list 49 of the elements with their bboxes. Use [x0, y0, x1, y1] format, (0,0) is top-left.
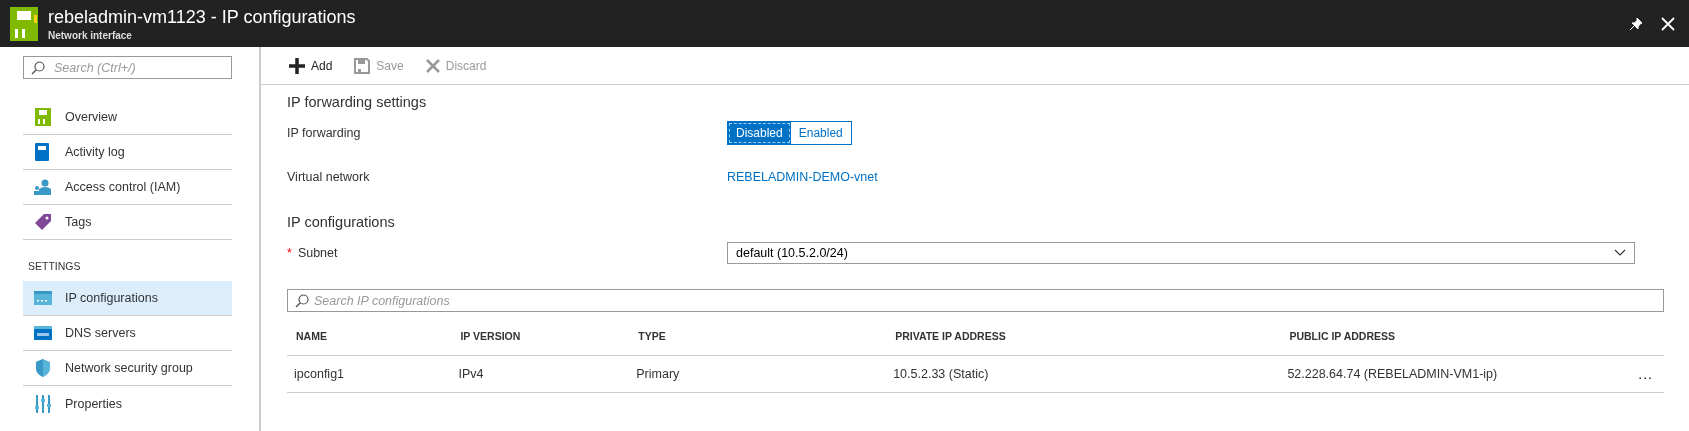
subnet-dropdown[interactable]: default (10.5.2.0/24): [727, 242, 1635, 264]
shield-icon: [35, 359, 51, 377]
required-mark: *: [287, 246, 292, 260]
close-icon: [425, 58, 440, 73]
field-label: Virtual network: [287, 170, 371, 184]
window-subtitle: Network interface: [48, 29, 133, 41]
column-header: PUBLIC IP ADDRESS: [1289, 330, 1395, 342]
toggle-option[interactable]: Disabled: [728, 122, 791, 144]
device-icon: [10, 6, 38, 41]
chevron-icon: [1614, 249, 1626, 257]
column-header: TYPE: [638, 330, 666, 342]
search-field[interactable]: Search IP configurations: [287, 289, 1664, 312]
sliders-icon: [35, 394, 51, 413]
table-cell: Primary: [636, 367, 680, 381]
table-cell: 10.5.2.33 (Static): [893, 367, 989, 381]
search-field[interactable]: Search (Ctrl+/): [23, 56, 232, 79]
plus-icon: [289, 57, 305, 74]
search-icon: [295, 294, 309, 308]
toolbar-button[interactable]: Add: [287, 55, 335, 76]
field-label: Subnet: [297, 246, 338, 260]
sidebar-item[interactable]: Activity log: [23, 135, 232, 170]
sidebar-item[interactable]: IP configurations: [23, 281, 232, 316]
more-button[interactable]: ...: [1634, 366, 1657, 382]
device-icon: [35, 108, 51, 126]
column-header: IP VERSION: [460, 330, 521, 342]
sidebar-item[interactable]: Access control (IAM): [23, 170, 232, 205]
save-icon: [354, 57, 371, 74]
sidebar-item[interactable]: Tags: [23, 205, 232, 240]
window-icon: [34, 326, 52, 340]
book-icon: [35, 143, 51, 161]
table-cell: ipconfig1: [294, 367, 345, 381]
table-cell: IPv4: [458, 367, 484, 381]
table-cell: 52.228.64.74 (REBELADMIN-VM1-ip): [1287, 367, 1498, 381]
sidebar-item[interactable]: Network security group: [23, 351, 232, 386]
column-header: PRIVATE IP ADDRESS: [895, 330, 1006, 342]
sidebar-item[interactable]: Overview: [23, 100, 232, 135]
field-label: IP forwarding: [287, 126, 362, 140]
window-title: rebeladmin-vm1123 - IP configurations: [48, 6, 357, 28]
column-header: NAME: [296, 330, 327, 342]
section-heading: IP forwarding settings: [287, 94, 428, 110]
sidebar-item[interactable]: Properties: [23, 386, 232, 421]
sidebar-item[interactable]: DNS servers: [23, 316, 232, 351]
window-icon: [34, 291, 52, 305]
network-link[interactable]: REBELADMIN-DEMO-vnet: [727, 170, 878, 184]
section-heading: IP configurations: [287, 214, 395, 230]
tag-icon: [34, 213, 52, 231]
section-heading: SETTINGS: [27, 259, 82, 274]
people-icon: [33, 179, 53, 195]
search-icon: [31, 61, 45, 75]
